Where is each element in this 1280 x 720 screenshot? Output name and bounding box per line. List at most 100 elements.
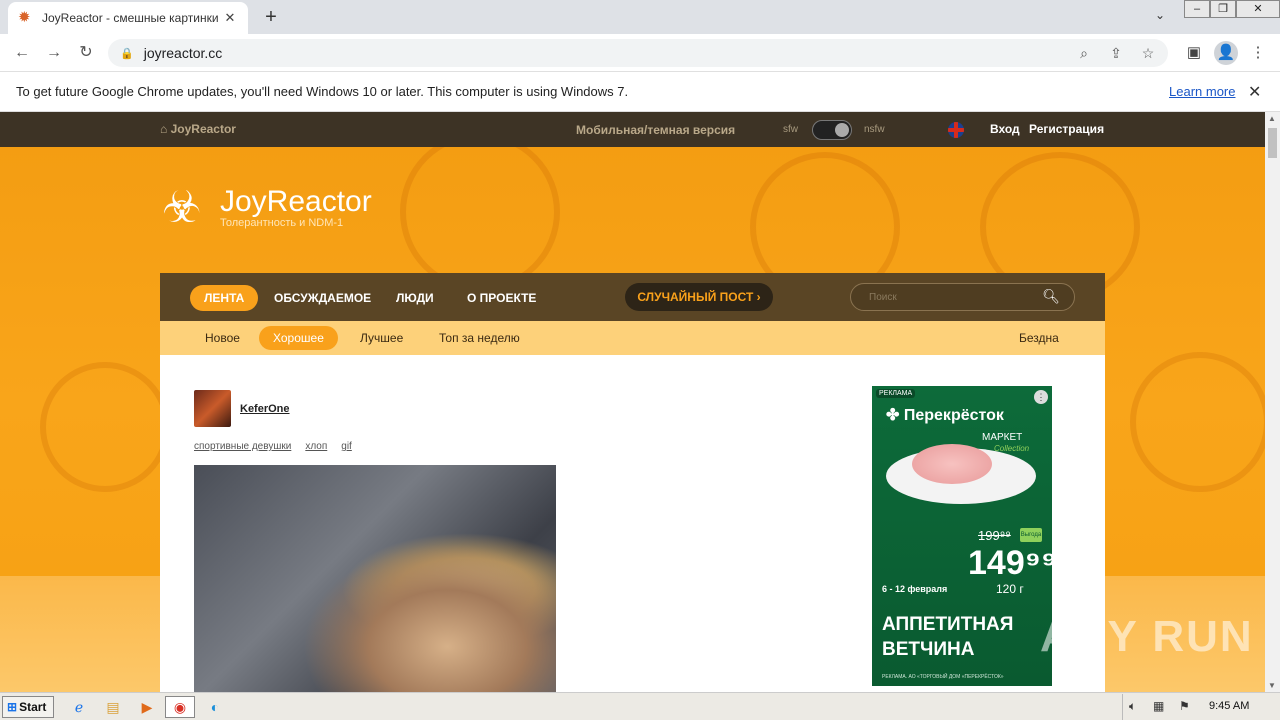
share-icon[interactable]: ⇪	[1106, 43, 1126, 63]
chevron-right-icon: ›	[756, 290, 761, 304]
reload-button[interactable]: ↻	[74, 41, 98, 65]
post-gif-image[interactable]	[194, 465, 556, 692]
logo-title: JoyReactor	[220, 185, 372, 218]
scroll-thumb[interactable]	[1268, 128, 1277, 158]
post-content: KeferOne спортивные девушки хлоп gif РЕК…	[160, 355, 1105, 692]
mobile-version-link[interactable]: Мобильная/темная версия	[576, 123, 735, 137]
ad-options-icon[interactable]: ⋮	[1034, 390, 1048, 404]
bookmark-star-icon[interactable]: ☆	[1138, 43, 1158, 63]
ad-market-label: МАРКЕТ	[982, 432, 1023, 443]
action-center-flag-icon[interactable]: ⚑	[1179, 699, 1190, 713]
tab-search-chevron-icon[interactable]: ⌄	[1150, 8, 1170, 28]
volume-icon[interactable]: 🔈︎	[1129, 699, 1136, 714]
subnav-top-week[interactable]: Топ за неделю	[425, 326, 534, 350]
ad-collection-label: Collection	[994, 444, 1030, 453]
nsfw-label: nsfw	[864, 124, 885, 135]
subnav-new[interactable]: Новое	[191, 326, 254, 350]
browser-toolbar: ← → ↻ 🔒 joyreactor.cc ⌕ ⇪ ☆ ▣ 👤 ⋮	[0, 34, 1280, 72]
tab-strip: ✹ JoyReactor - смешные картинки и ✕ + ⌄ …	[0, 0, 1280, 34]
subnav-abyss[interactable]: Бездна	[1005, 326, 1073, 350]
tag-link[interactable]: хлоп	[305, 441, 327, 452]
sfw-nsfw-toggle[interactable]	[812, 120, 852, 140]
ad-weight: 120 г	[996, 582, 1024, 596]
windows-logo-icon: ⊞	[7, 700, 18, 714]
login-link[interactable]: Вход	[990, 122, 1020, 136]
search-input[interactable]: Поиск 🔍︎	[850, 283, 1075, 311]
new-tab-button[interactable]: +	[258, 4, 284, 30]
ad-legal-text: РЕКЛАМА. АО «ТОРГОВЫЙ ДОМ «ПЕРЕКРЁСТОК»	[882, 674, 1004, 680]
sfw-label: sfw	[783, 124, 798, 135]
biohazard-logo-icon: ☣	[162, 183, 202, 232]
scroll-up-icon[interactable]: ▲	[1268, 114, 1276, 123]
background-face-decoration	[1130, 352, 1265, 492]
toggle-knob	[835, 123, 849, 137]
background-face-decoration	[40, 362, 170, 492]
infobar-message: To get future Google Chrome updates, you…	[16, 84, 629, 99]
profile-avatar-icon[interactable]: 👤	[1214, 41, 1238, 65]
nav-discussed[interactable]: ОБСУЖДАЕМОЕ	[260, 285, 385, 311]
url-text[interactable]: joyreactor.cc	[144, 45, 223, 61]
anyrun-watermark: ANY RUN	[1040, 612, 1254, 661]
tag-link[interactable]: спортивные девушки	[194, 441, 291, 452]
window-controls: – ❐ ✕	[1184, 0, 1280, 18]
explorer-folder-icon[interactable]: ▤	[102, 697, 124, 717]
clock[interactable]: 9:45 AM	[1209, 700, 1249, 712]
chrome-menu-icon[interactable]: ⋮	[1246, 41, 1270, 65]
ie-icon[interactable]: ℯ	[68, 697, 90, 717]
network-icon[interactable]: ▦	[1153, 699, 1164, 713]
tag-link[interactable]: gif	[341, 441, 352, 452]
sub-nav: Новое Хорошее Лучшее Топ за неделю Бездн…	[160, 321, 1105, 355]
uk-flag-icon[interactable]	[948, 122, 964, 138]
nav-people[interactable]: ЛЮДИ	[382, 285, 448, 311]
system-tray: 🔈︎ ▦ ⚑ 9:45 AM	[1122, 694, 1278, 720]
start-label: Start	[19, 700, 47, 714]
page-viewport: ⌂ JoyReactor Мобильная/темная версия sfw…	[0, 112, 1265, 692]
ad-brand-text: Перекрёсток	[903, 407, 1004, 424]
page-scrollbar[interactable]: ▲ ▼	[1265, 112, 1280, 692]
infobar-close-icon[interactable]: ✕	[1248, 82, 1261, 102]
ad-brand: ✤ Перекрёсток	[886, 407, 1004, 424]
ad-banner[interactable]: РЕКЛАМА ⋮ ✤ Перекрёсток МАРКЕТ Collectio…	[872, 386, 1057, 686]
background-smiley-decoration	[400, 132, 560, 292]
joyreactor-favicon-icon: ✹	[18, 9, 31, 26]
subnav-best[interactable]: Лучшее	[346, 326, 417, 350]
start-button[interactable]: ⊞ Start	[2, 696, 54, 718]
random-post-button[interactable]: СЛУЧАЙНЫЙ ПОСТ ›	[625, 283, 773, 311]
window-close-button[interactable]: ✕	[1236, 0, 1280, 18]
address-bar[interactable]: 🔒 joyreactor.cc ⌕ ⇪ ☆	[108, 39, 1168, 67]
nav-feed[interactable]: ЛЕНТА	[190, 285, 259, 311]
search-icon[interactable]: 🔍︎	[1042, 288, 1060, 305]
ad-old-price: 199⁹⁹	[978, 528, 1011, 543]
learn-more-link[interactable]: Learn more	[1169, 84, 1235, 99]
site-topbar: ⌂ JoyReactor Мобильная/темная версия sfw…	[0, 112, 1265, 147]
media-player-icon[interactable]: ▶	[136, 697, 158, 717]
ad-ham-image	[912, 444, 992, 484]
subnav-good[interactable]: Хорошее	[259, 326, 338, 350]
update-infobar: To get future Google Chrome updates, you…	[0, 72, 1280, 112]
lock-icon[interactable]: 🔒	[120, 47, 134, 60]
side-panel-icon[interactable]: ▣	[1182, 41, 1206, 65]
tab-title: JoyReactor - смешные картинки и	[42, 11, 222, 25]
tab-close-icon[interactable]: ✕	[222, 10, 238, 26]
ad-dates: 6 - 12 февраля	[882, 584, 948, 594]
chrome-taskbar-icon[interactable]: ◉	[165, 696, 195, 718]
edge-icon[interactable]: ◐	[204, 697, 226, 717]
post-username[interactable]: KeferOne	[240, 403, 290, 415]
browser-tab[interactable]: ✹ JoyReactor - смешные картинки и ✕	[8, 2, 248, 34]
search-placeholder: Поиск	[869, 292, 897, 303]
home-link[interactable]: ⌂ JoyReactor	[160, 122, 236, 136]
back-button[interactable]: ←	[10, 41, 34, 65]
avatar[interactable]	[194, 390, 231, 427]
main-nav: ЛЕНТА ОБСУЖДАЕМОЕ ЛЮДИ О ПРОЕКТЕ СЛУЧАЙН…	[160, 273, 1105, 321]
minimize-button[interactable]: –	[1184, 0, 1210, 18]
forward-button[interactable]: →	[42, 41, 66, 65]
ad-price: 149⁹⁹	[968, 544, 1058, 582]
home-label: JoyReactor	[170, 122, 236, 136]
register-link[interactable]: Регистрация	[1029, 122, 1104, 136]
restore-button[interactable]: ❐	[1210, 0, 1236, 18]
nav-about[interactable]: О ПРОЕКТЕ	[453, 285, 550, 311]
ad-label: РЕКЛАМА	[876, 389, 916, 398]
scroll-down-icon[interactable]: ▼	[1268, 681, 1276, 690]
ad-badge: Выгода	[1020, 528, 1042, 542]
zoom-icon[interactable]: ⌕	[1074, 43, 1094, 63]
